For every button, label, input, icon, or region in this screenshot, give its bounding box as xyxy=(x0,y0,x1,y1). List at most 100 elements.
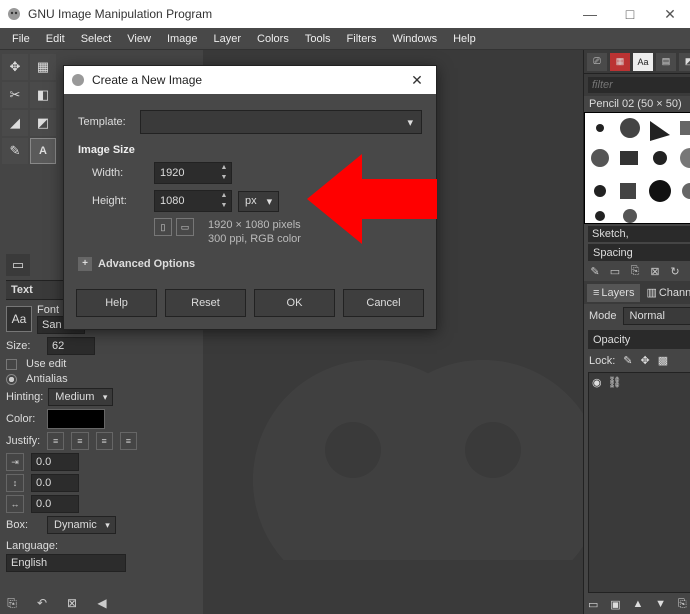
delete-options-icon[interactable]: ⊠ xyxy=(64,595,80,611)
brush-group-select[interactable]: Sketch, xyxy=(588,226,690,242)
height-input[interactable] xyxy=(155,192,217,210)
save-options-icon[interactable]: ⎘ xyxy=(4,595,20,611)
align-tool-icon[interactable]: ▦ xyxy=(30,54,56,80)
help-button[interactable]: Help xyxy=(76,289,157,317)
patterns-tab-icon[interactable]: ▦ xyxy=(610,53,630,71)
crop-tool-icon[interactable]: ✂ xyxy=(2,82,28,108)
minimize-button[interactable]: — xyxy=(570,0,610,28)
text-color-swatch[interactable] xyxy=(47,409,105,429)
brushes-tab-icon[interactable]: ⎚ xyxy=(587,53,607,71)
history-tab-icon[interactable]: ▤ xyxy=(656,53,676,71)
menu-select[interactable]: Select xyxy=(73,30,120,48)
ok-button[interactable]: OK xyxy=(254,289,335,317)
landscape-icon[interactable]: ▭ xyxy=(176,218,194,236)
width-input[interactable] xyxy=(155,164,217,182)
menu-windows[interactable]: Windows xyxy=(384,30,445,48)
new-layer-icon[interactable]: ▭ xyxy=(588,598,598,611)
menu-tools[interactable]: Tools xyxy=(297,30,339,48)
hinting-select[interactable]: Medium xyxy=(48,388,113,406)
font-preview-icon[interactable]: Aa xyxy=(6,306,32,332)
lock-position-icon[interactable]: ✥ xyxy=(641,354,650,367)
transform-tool-icon[interactable]: ◧ xyxy=(30,82,56,108)
delete-brush-icon[interactable]: ⊠ xyxy=(648,264,662,278)
chevron-down-icon: ▾ xyxy=(267,195,273,208)
bucket-tool-icon[interactable]: ◢ xyxy=(2,110,28,136)
menu-view[interactable]: View xyxy=(119,30,159,48)
unit-select[interactable]: px▾ xyxy=(238,191,279,212)
letter-spacing-input[interactable] xyxy=(31,495,79,513)
path-tool-icon[interactable]: ✎ xyxy=(2,138,28,164)
use-editor-checkbox[interactable] xyxy=(6,359,17,370)
reset-options-icon[interactable]: ◀ xyxy=(94,595,110,611)
menu-image[interactable]: Image xyxy=(159,30,206,48)
line-spacing-icon: ↕ xyxy=(6,474,24,492)
resolution-text: 1920 × 1080 pixels xyxy=(208,218,301,232)
raise-layer-icon[interactable]: ▲ xyxy=(632,598,643,611)
line-spacing-input[interactable] xyxy=(31,474,79,492)
justify-fill-icon[interactable]: ≡ xyxy=(120,432,137,450)
menu-filters[interactable]: Filters xyxy=(339,30,385,48)
gradient-tool-icon[interactable]: ◩ xyxy=(30,110,56,136)
brush-grid[interactable] xyxy=(584,112,690,224)
template-select[interactable]: ▾ xyxy=(140,110,422,134)
layer-group-icon[interactable]: ▣ xyxy=(610,598,620,611)
reset-button[interactable]: Reset xyxy=(165,289,246,317)
dialog-close-button[interactable]: ✕ xyxy=(404,72,430,89)
language-input[interactable] xyxy=(6,554,126,572)
gradients-tab-icon[interactable]: ◩ xyxy=(679,53,690,71)
height-down-icon[interactable]: ▼ xyxy=(217,201,231,211)
portrait-icon[interactable]: ▯ xyxy=(154,218,172,236)
lock-label: Lock: xyxy=(589,355,615,367)
size-label: Size: xyxy=(6,340,42,352)
duplicate-brush-icon[interactable]: ⎘ xyxy=(628,264,642,278)
menu-file[interactable]: File xyxy=(4,30,38,48)
layer-list[interactable]: ◉ ⛓ xyxy=(588,372,690,593)
box-label: Box: xyxy=(6,519,42,531)
brush-name-label: Pencil 02 (50 × 50) xyxy=(584,96,690,112)
justify-right-icon[interactable]: ≡ xyxy=(71,432,88,450)
menu-edit[interactable]: Edit xyxy=(38,30,73,48)
box-select[interactable]: Dynamic xyxy=(47,516,116,534)
text-tool-icon[interactable]: A xyxy=(30,138,56,164)
restore-options-icon[interactable]: ↶ xyxy=(34,595,50,611)
tab-channels[interactable]: ▥Channels xyxy=(640,283,690,302)
antialias-toggle[interactable] xyxy=(6,374,17,385)
lower-layer-icon[interactable]: ▼ xyxy=(655,598,666,611)
font-size-input[interactable] xyxy=(47,337,95,355)
menu-colors[interactable]: Colors xyxy=(249,30,297,48)
justify-center-icon[interactable]: ≡ xyxy=(96,432,113,450)
height-up-icon[interactable]: ▲ xyxy=(217,191,231,201)
duplicate-layer-icon[interactable]: ⎘ xyxy=(678,598,687,611)
opacity-label: Opacity xyxy=(593,334,630,346)
brush-filter-input[interactable] xyxy=(588,77,690,93)
letter-spacing-icon: ↔ xyxy=(6,495,24,513)
width-up-icon[interactable]: ▲ xyxy=(217,163,231,173)
indent-input[interactable] xyxy=(31,453,79,471)
justify-left-icon[interactable]: ≡ xyxy=(47,432,64,450)
spacing-label: Spacing xyxy=(593,247,633,259)
fonts-tab-icon[interactable]: Aa xyxy=(633,53,653,71)
close-window-button[interactable]: ✕ xyxy=(650,0,690,28)
indent-icon: ⇥ xyxy=(6,453,24,471)
link-icon[interactable]: ⛓ xyxy=(608,376,622,389)
edit-brush-icon[interactable]: ✎ xyxy=(588,264,602,278)
menu-layer[interactable]: Layer xyxy=(206,30,250,48)
lock-pixels-icon[interactable]: ✎ xyxy=(623,354,632,367)
lock-alpha-icon[interactable]: ▩ xyxy=(658,354,668,367)
tab-layers[interactable]: ≡Layers xyxy=(587,284,640,302)
annotation-arrow-icon xyxy=(307,144,437,254)
blend-mode-select[interactable]: Normal xyxy=(623,307,690,325)
right-dock: ⎚ ▦ Aa ▤ ◩ ◂ ▾ Pencil 02 (50 × 50) xyxy=(583,50,690,614)
visibility-icon[interactable]: ◉ xyxy=(592,376,602,389)
tool-options-tab-icon[interactable]: ▭ xyxy=(6,254,30,276)
plus-icon: + xyxy=(78,257,92,271)
cancel-button[interactable]: Cancel xyxy=(343,289,424,317)
refresh-brush-icon[interactable]: ↻ xyxy=(668,264,682,278)
new-brush-icon[interactable]: ▭ xyxy=(608,264,622,278)
width-down-icon[interactable]: ▼ xyxy=(217,173,231,183)
advanced-options-expander[interactable]: + Advanced Options xyxy=(78,257,422,271)
menu-help[interactable]: Help xyxy=(445,30,484,48)
height-label: Height: xyxy=(92,195,154,207)
maximize-button[interactable]: □ xyxy=(610,0,650,28)
move-tool-icon[interactable]: ✥ xyxy=(2,54,28,80)
